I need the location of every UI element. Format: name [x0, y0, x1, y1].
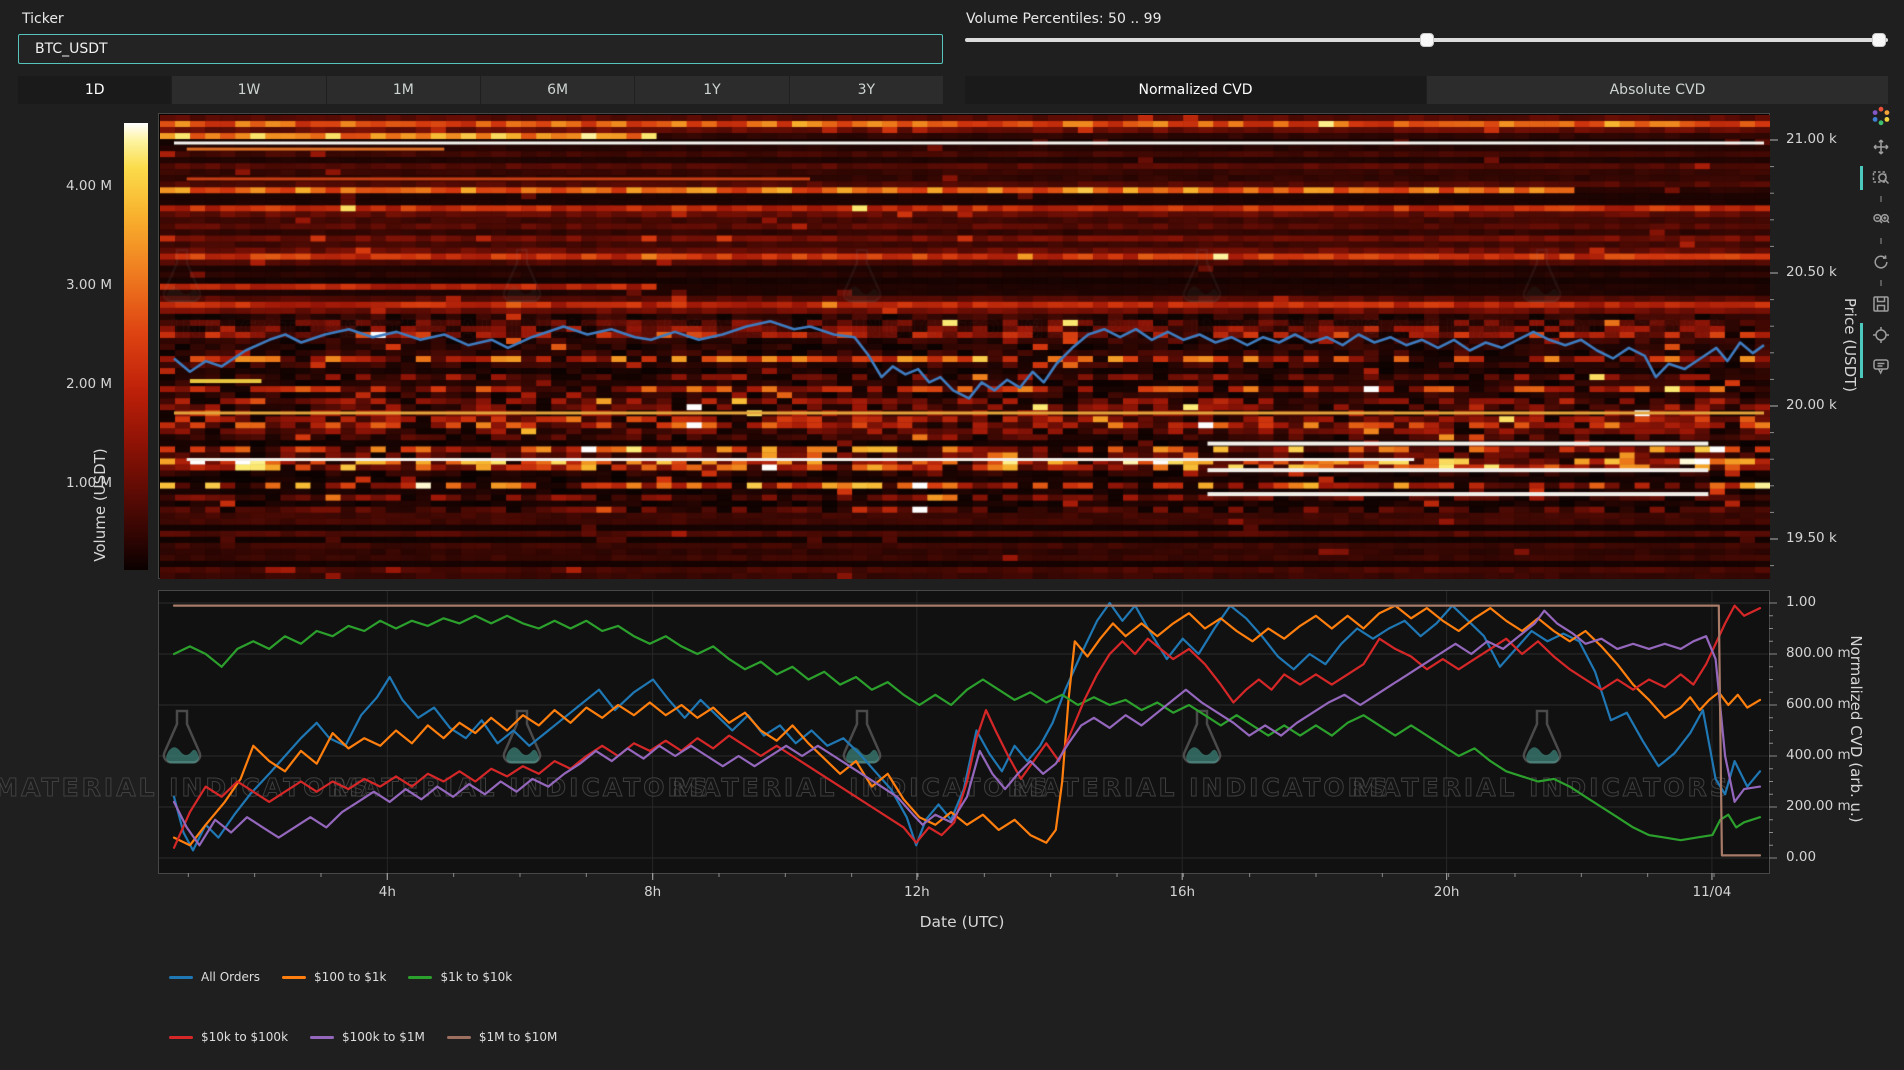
legend-row: All Orders $100 to $1k $1k to $10k: [169, 969, 534, 985]
date-tick-label: 20h: [1434, 884, 1460, 900]
tab-1y[interactable]: 1Y: [635, 76, 789, 104]
slider-handle-min[interactable]: [1420, 33, 1434, 47]
tab-6m[interactable]: 6M: [481, 76, 635, 104]
plotly-modebar: [1864, 103, 1898, 379]
legend-item--100k-to-1m[interactable]: $100k to $1M: [310, 1030, 425, 1044]
legend-swatch: [169, 1036, 193, 1039]
cvd-tick-label: 400.00 m: [1786, 747, 1851, 763]
cvd-tick-label: 200.00 m: [1786, 798, 1851, 814]
modebar-divider: [1880, 196, 1882, 202]
volume-colorbar: [124, 123, 148, 570]
plotly-logo-icon[interactable]: [1868, 103, 1894, 129]
legend-swatch: [310, 1036, 334, 1039]
price-tick-label: 20.50 k: [1786, 264, 1837, 280]
pan-icon[interactable]: [1868, 134, 1894, 160]
price-tick-label: 19.50 k: [1786, 530, 1837, 546]
legend-label: All Orders: [201, 970, 260, 984]
legend-item--1k-to-10k[interactable]: $1k to $10k: [408, 970, 512, 984]
cvd-tick-label: 1.00: [1786, 594, 1816, 610]
date-tick-label: 11/04: [1692, 884, 1731, 900]
date-tick-label: 4h: [379, 884, 396, 900]
hover-mode-group: [1868, 322, 1894, 379]
legend-item-all-orders[interactable]: All Orders: [169, 970, 260, 984]
legend-swatch: [282, 976, 306, 979]
price-tick-label: 20.00 k: [1786, 397, 1837, 413]
legend-label: $1k to $10k: [440, 970, 512, 984]
colorbar-tick-label: 2.00 M: [28, 376, 112, 392]
price-tick-label: 21.00 k: [1786, 131, 1837, 147]
heatmap-panel: [158, 113, 1770, 579]
heatmap-volume-chart[interactable]: [160, 115, 1770, 579]
save-icon[interactable]: [1868, 291, 1894, 317]
modebar-divider: [1880, 280, 1882, 286]
legend-label: $100k to $1M: [342, 1030, 425, 1044]
colorbar-tick-label: 3.00 M: [28, 277, 112, 293]
slider-handle-max[interactable]: [1872, 33, 1886, 47]
cvd-tick-label: 800.00 m: [1786, 645, 1851, 661]
date-axis-title: Date (UTC): [920, 913, 1005, 931]
legend-label: $100 to $1k: [314, 970, 386, 984]
colorbar-title: Volume (USDT): [91, 448, 109, 561]
cvd-tick-label: 600.00 m: [1786, 696, 1851, 712]
date-tick-label: 12h: [904, 884, 930, 900]
tab-1w[interactable]: 1W: [172, 76, 326, 104]
box-zoom-icon[interactable]: [1868, 165, 1894, 191]
date-tick-label: 16h: [1169, 884, 1195, 900]
timeframe-tab-group: 1D1W1M6M1Y3Y: [18, 76, 943, 104]
tab-1d[interactable]: 1D: [18, 76, 172, 104]
legend-swatch: [447, 1036, 471, 1039]
colorbar-tick-label: 4.00 M: [28, 178, 112, 194]
trading-dashboard: Ticker Volume Percentiles: 50 .. 99 1D1W…: [0, 0, 1904, 1070]
legend-item--10k-to-100k[interactable]: $10k to $100k: [169, 1030, 288, 1044]
svg-text:MATERIAL INDICATORS: MATERIAL INDICATORS: [0, 773, 371, 802]
modebar-divider: [1880, 238, 1882, 244]
legend-label: $1M to $10M: [479, 1030, 558, 1044]
legend-row: $10k to $100k $100k to $1M $1M to $10M: [169, 1029, 579, 1045]
tab-normalized-cvd[interactable]: Normalized CVD: [965, 76, 1427, 104]
ticker-label: Ticker: [22, 11, 64, 27]
tab-absolute-cvd[interactable]: Absolute CVD: [1427, 76, 1888, 104]
autoscale-icon[interactable]: [1868, 249, 1894, 275]
ticker-input[interactable]: [18, 34, 943, 64]
normalized-cvd-chart[interactable]: MATERIAL INDICATORSMATERIAL INDICATORSMA…: [158, 590, 1770, 874]
hover-tooltip-icon[interactable]: [1868, 353, 1894, 379]
zoom-in-out-icon[interactable]: [1868, 207, 1894, 233]
price-axis-title: Price (USDT): [1841, 298, 1859, 392]
cvd-tick-label: 0.00: [1786, 849, 1816, 865]
cvd-panel: MATERIAL INDICATORSMATERIAL INDICATORSMA…: [158, 590, 1770, 874]
price-axis-ticks: [1770, 113, 1782, 579]
legend-item--1m-to-10m[interactable]: $1M to $10M: [447, 1030, 558, 1044]
tab-3y[interactable]: 3Y: [790, 76, 943, 104]
volume-percentiles-label: Volume Percentiles: 50 .. 99: [966, 11, 1161, 27]
cvd-axis-title: Normalized CVD (arb. u.): [1847, 635, 1865, 822]
volume-percentiles-slider[interactable]: [965, 31, 1888, 49]
spikelines-icon[interactable]: [1868, 322, 1894, 348]
svg-text:MATERIAL INDICATORS: MATERIAL INDICATORS: [1013, 773, 1391, 802]
legend-swatch: [408, 976, 432, 979]
legend-label: $10k to $100k: [201, 1030, 288, 1044]
legend-swatch: [169, 976, 193, 979]
date-tick-label: 8h: [644, 884, 661, 900]
cvd-mode-tab-group: Normalized CVDAbsolute CVD: [965, 76, 1888, 104]
tab-1m[interactable]: 1M: [327, 76, 481, 104]
svg-text:MATERIAL INDICATORS: MATERIAL INDICATORS: [1353, 773, 1731, 802]
legend-item--100-to-1k[interactable]: $100 to $1k: [282, 970, 386, 984]
